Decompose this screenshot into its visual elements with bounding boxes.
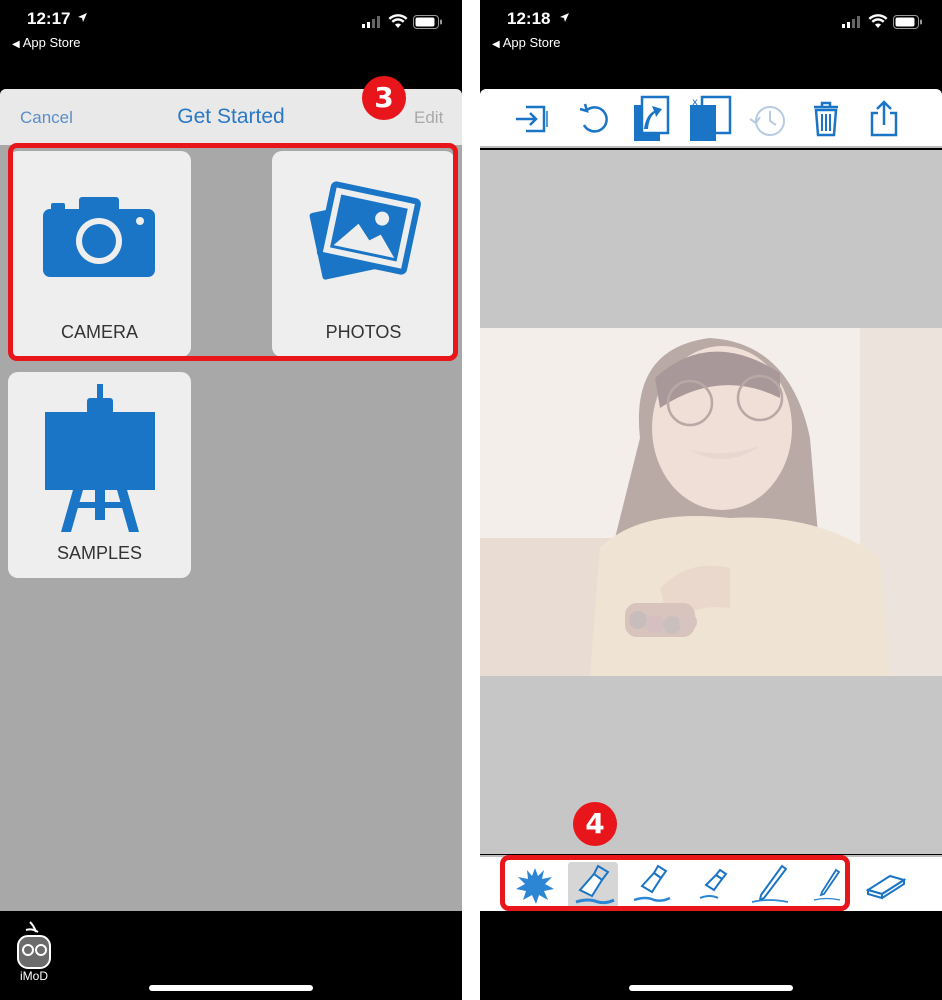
location-arrow-icon [78,13,87,22]
status-time: 12:18 [507,9,551,28]
highlight-box-brushes [500,855,850,911]
status-bar: 12:18 ◀ App Store [480,0,942,58]
home-indicator[interactable] [629,985,793,991]
eraser-icon[interactable] [860,862,910,908]
highlight-box-camera-photos [8,143,458,361]
step-badge-3: 3 [362,76,406,120]
imod-label: iMoD [19,969,48,983]
easel-icon [45,384,155,532]
battery-icon [413,15,442,29]
step-badge-4: 4 [573,802,617,846]
back-triangle-icon: ◀ [492,39,500,50]
back-to-app-store[interactable]: ◀ App Store [12,35,81,50]
status-bar: 12:17 ◀ App Store [0,0,462,58]
location-arrow-icon [560,13,569,22]
portrait-photo-image [480,328,942,676]
back-app-label: App Store [22,35,81,50]
canvas-photo[interactable] [480,328,942,676]
svg-text:x: x [692,97,698,108]
home-indicator[interactable] [149,985,313,991]
import-icon[interactable] [512,99,552,139]
imod-logo: iMoD [10,920,58,990]
status-time: 12:17 [27,9,71,28]
drawing-canvas[interactable] [480,150,942,854]
back-triangle-icon: ◀ [12,39,20,50]
battery-icon [893,15,922,29]
trash-icon[interactable] [806,99,846,139]
phone-left: 12:17 ◀ App Store Cancel Get Started Edit… [0,0,462,1000]
top-toolbar: x [480,89,942,148]
get-started-screen: Cancel Get Started Edit CAMERA PHOTOS SA… [0,89,462,911]
samples-label: SAMPLES [56,543,143,563]
share-icon[interactable] [864,99,904,139]
wifi-icon [868,14,888,28]
signal-icon [362,16,380,28]
back-to-app-store[interactable]: ◀ App Store [492,35,561,50]
phone-right: 12:18 ◀ App Store x 4 [480,0,942,1000]
samples-tile[interactable]: SAMPLES [8,372,191,578]
clear-layer-icon[interactable]: x [688,95,732,143]
signal-icon [842,16,860,28]
wifi-icon [388,14,408,28]
undo-icon[interactable] [574,99,614,139]
edit-button[interactable]: Edit [414,108,443,128]
layer-up-icon[interactable] [632,95,672,143]
history-icon[interactable] [748,99,788,139]
imod-logo-icon [17,921,51,969]
back-app-label: App Store [502,35,561,50]
